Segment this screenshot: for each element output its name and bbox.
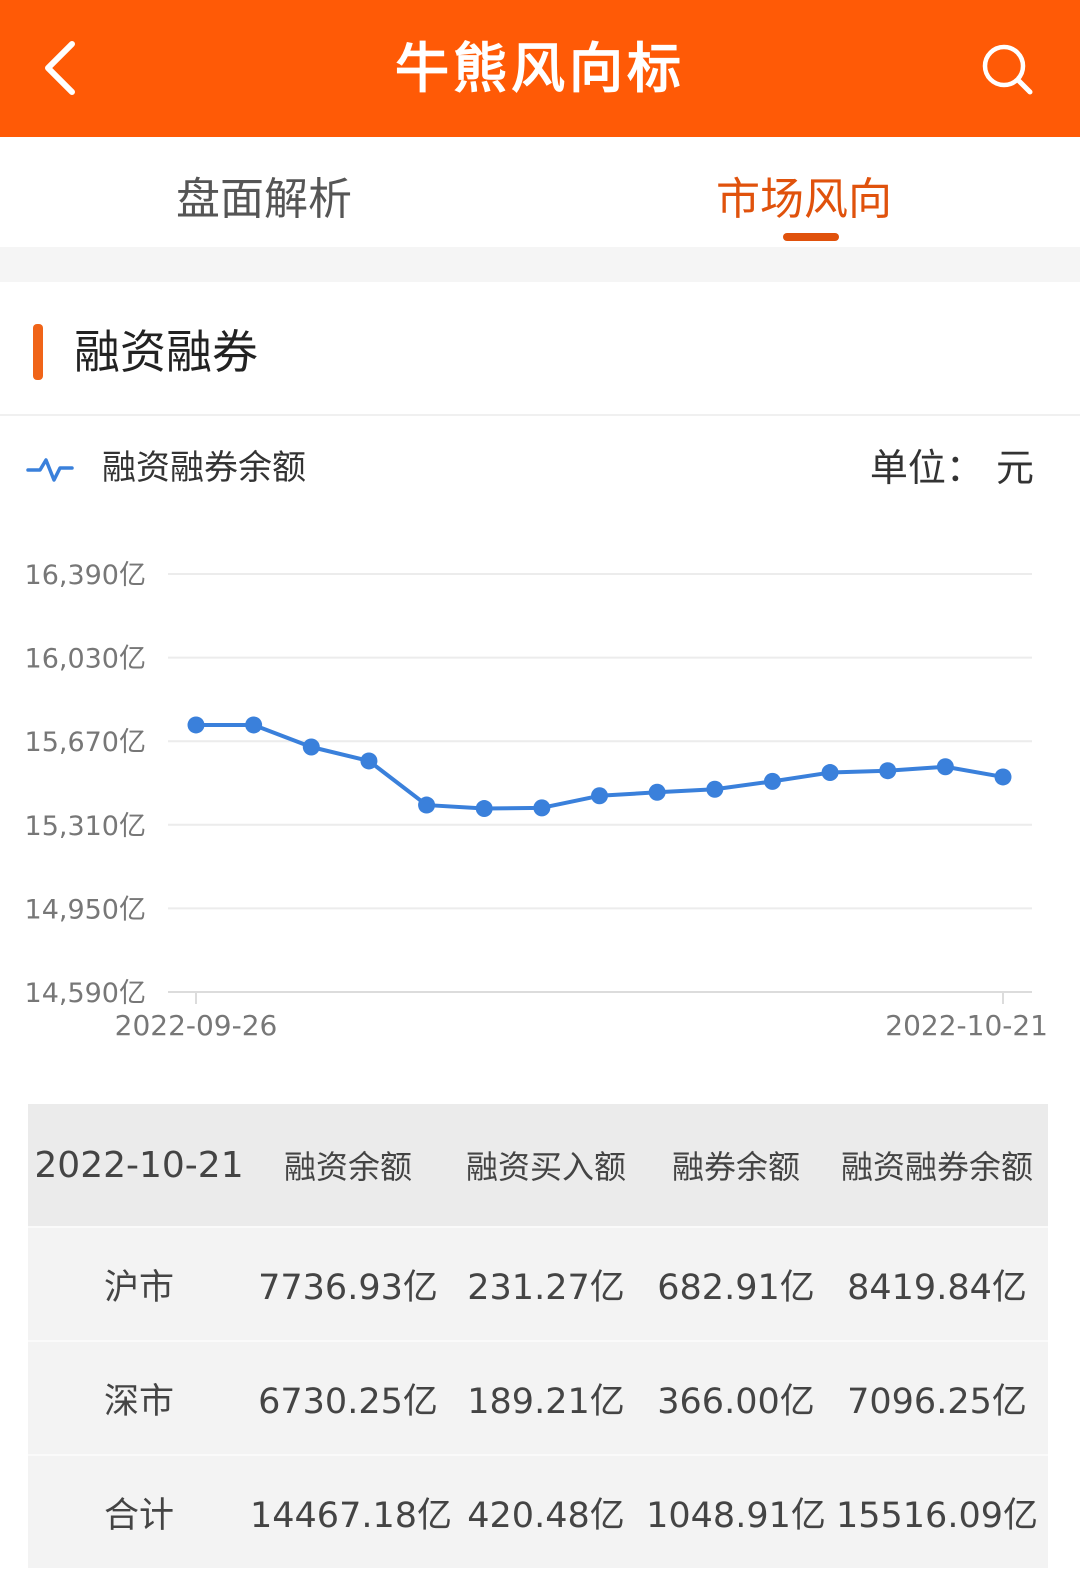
top-bar: 牛熊风向标 <box>0 0 1080 137</box>
y-tick-label: 15,670亿 <box>25 727 146 758</box>
data-point <box>591 787 608 805</box>
table-cell: 366.00亿 <box>657 1381 815 1422</box>
data-point <box>302 738 320 756</box>
y-tick-label: 14,590亿 <box>25 978 146 1009</box>
table-row: 深市 6730.25亿 189.21亿 366.00亿 7096.25亿 <box>28 1340 1048 1454</box>
data-point <box>648 783 666 801</box>
y-tick-label: 15,310亿 <box>25 811 146 842</box>
table-header-cell: 融资融券余额 <box>840 1148 1033 1186</box>
table-cell: 沪市 <box>103 1267 174 1308</box>
data-point <box>936 758 954 776</box>
margin-summary-table: 2022-10-21 融资余额 融资买入额 融券余额 融资融券余额沪市 7736.93亿 2… <box>28 1104 1048 1568</box>
section-header: 融资融券 <box>0 282 1080 416</box>
table-header-cell: 2022-10-21 <box>34 1144 244 1186</box>
x-tick-label-start: 2022-09-26 <box>115 1009 278 1042</box>
search-icon[interactable] <box>980 42 1034 96</box>
data-point <box>706 780 724 798</box>
tab-market-direction[interactable]: 市场风向 <box>716 137 892 247</box>
data-point <box>187 716 205 734</box>
data-point <box>533 799 551 817</box>
table-header-cell: 融券余额 <box>671 1148 800 1186</box>
page-title: 牛熊风向标 <box>395 37 685 100</box>
table-cell: 231.27亿 <box>467 1267 625 1308</box>
balance-line-chart: 16,390亿 16,030亿 15,670亿 15,310亿 14,950亿 14,59… <box>25 560 1048 1042</box>
table-cell: 682.91亿 <box>657 1267 815 1308</box>
table-cell: 合计 <box>103 1495 174 1536</box>
table-cell: 189.21亿 <box>467 1381 625 1422</box>
table-cell: 8419.84亿 <box>847 1267 1027 1308</box>
tab-analysis[interactable]: 盘面解析 <box>176 137 352 247</box>
table-cell: 14467.18亿 <box>250 1495 453 1536</box>
active-tab-indicator <box>783 233 839 241</box>
x-tick-label-end: 2022-10-21 <box>885 1009 1048 1042</box>
tab-bar: 盘面解析 市场风向 <box>0 137 1080 247</box>
data-point <box>821 764 839 782</box>
y-tick-label: 16,030亿 <box>25 644 146 675</box>
section-accent-bar <box>33 324 43 380</box>
table-row: 合计 14467.18亿 420.48亿 1048.91亿 15516.09亿 <box>28 1454 1048 1568</box>
table-cell: 1048.91亿 <box>646 1495 826 1536</box>
section-title: 融资融券 <box>74 325 258 379</box>
table-cell: 7096.25亿 <box>847 1381 1027 1422</box>
legend-label: 融资融券余额 <box>102 448 306 488</box>
table-cell: 420.48亿 <box>467 1495 625 1536</box>
table-header-row: 2022-10-21 融资余额 融资买入额 融券余额 融资融券余额 <box>28 1104 1048 1226</box>
pulse-line-icon <box>26 458 74 482</box>
data-point <box>475 800 493 818</box>
data-point <box>879 762 897 780</box>
unit-label: 单位： 元 <box>869 446 1034 490</box>
data-point <box>245 716 263 734</box>
table-cell: 6730.25亿 <box>258 1381 438 1422</box>
table-cell: 15516.09亿 <box>835 1495 1038 1536</box>
data-point <box>418 796 436 814</box>
margin-trading-panel: 融资融券 融资融券余额 单位： 元 16,390亿 16,030亿 15,670亿 1… <box>0 282 1080 1577</box>
y-tick-label: 16,390亿 <box>25 560 146 591</box>
y-tick-label: 14,950亿 <box>25 894 146 925</box>
data-point <box>994 768 1012 786</box>
table-cell: 深市 <box>103 1381 174 1422</box>
table-header-cell: 融资买入额 <box>465 1148 626 1186</box>
table-header-cell: 融资余额 <box>283 1148 412 1186</box>
data-point <box>763 772 781 790</box>
data-point <box>360 752 378 770</box>
table-row: 沪市 7736.93亿 231.27亿 682.91亿 8419.84亿 <box>28 1226 1048 1340</box>
table-cell: 7736.93亿 <box>258 1267 438 1308</box>
